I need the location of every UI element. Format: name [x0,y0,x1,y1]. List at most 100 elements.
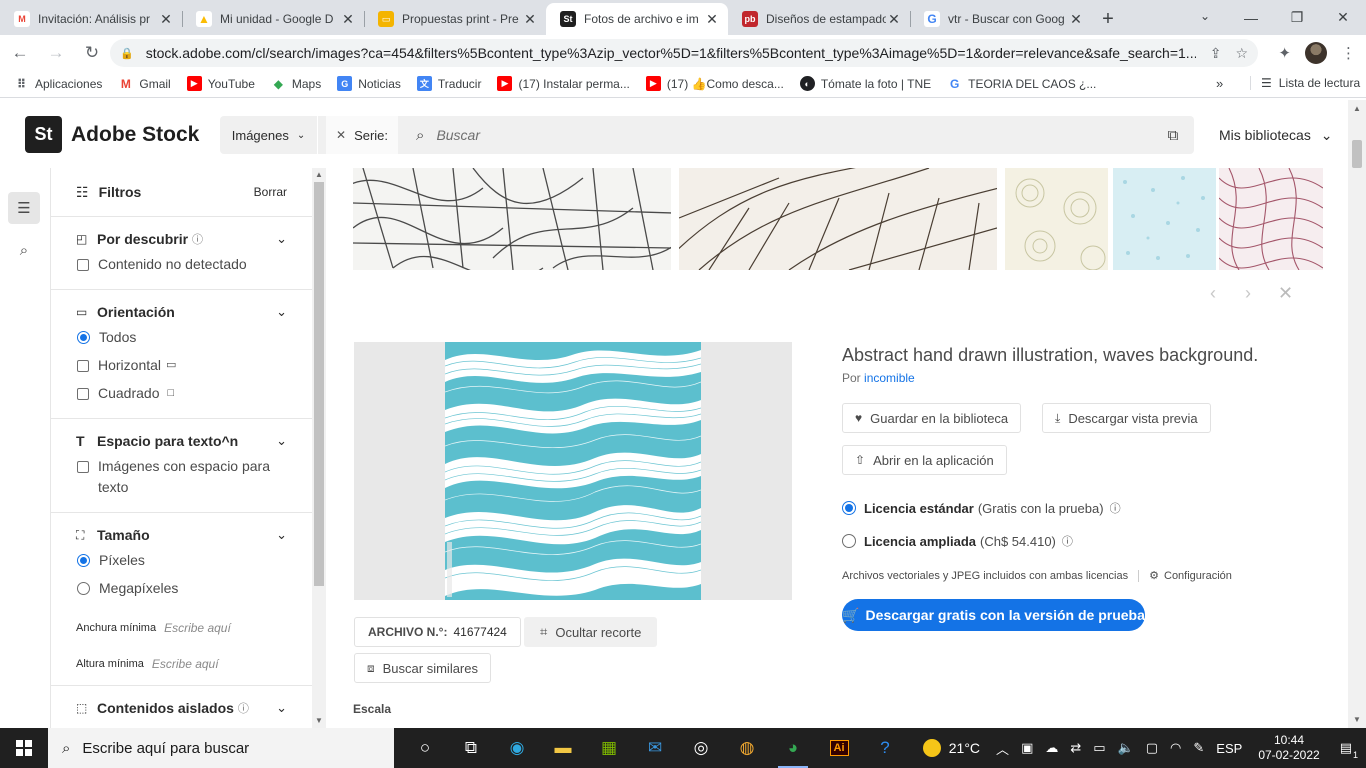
chevron-down-icon[interactable]: ⌄ [276,433,287,449]
orientation-square-checkbox[interactable]: Cuadrado □ [76,383,287,404]
close-tab-icon[interactable]: ✕ [522,11,538,28]
clear-filters-link[interactable]: Borrar [254,185,287,199]
bookmark-item[interactable]: G TEORIA DEL CAOS ¿... [947,76,1096,91]
save-to-library-button[interactable]: ♥ Guardar en la biblioteca [842,403,1022,433]
bookmark-item[interactable]: 文 Traducir [416,76,481,91]
bookmark-item[interactable]: G Noticias [337,76,401,91]
series-thumbnail[interactable] [1005,168,1108,270]
min-width-input[interactable]: Escribe aquí [164,621,231,635]
close-tab-icon[interactable]: ✕ [886,11,902,28]
filters-scrollbar[interactable]: ▲ ▼ [312,168,326,728]
checkbox[interactable] [77,259,89,271]
github-icon[interactable]: ◎ [678,728,724,768]
standard-license-option[interactable]: Licencia estándar (Gratis con la prueba)… [842,500,1121,516]
checkbox[interactable] [77,388,89,400]
checkbox[interactable] [77,360,89,372]
pixels-radio[interactable]: Píxeles [76,550,287,571]
visual-search-icon[interactable]: ⧉ [1152,127,1194,144]
chevron-down-icon[interactable]: ⌄ [276,304,287,320]
address-bar[interactable]: 🔒 stock.adobe.com/cl/search/images?ca=45… [110,39,1258,67]
section-header[interactable]: ▭ Orientación ⌄ [76,304,287,320]
language-indicator[interactable]: ESP [1216,741,1242,756]
taskbar-search[interactable]: ⌕ Escribe aquí para buscar [48,728,394,768]
series-filter-chip[interactable]: ✕ Serie: [326,116,399,154]
next-arrow-icon[interactable]: › [1245,283,1251,304]
chrome-icon[interactable]: ◕ [770,728,816,768]
undetected-content-checkbox[interactable]: Contenido no detectado [76,254,287,275]
close-tab-icon[interactable]: ✕ [704,11,720,28]
bookmark-item[interactable]: ⠿ Aplicaciones [14,76,103,91]
info-icon[interactable]: ⓘ [1110,500,1121,516]
info-icon[interactable]: ⓘ [238,700,249,716]
radio-selected[interactable] [77,331,90,344]
download-preview-button[interactable]: ⤓ Descargar vista previa [1042,403,1211,433]
more-bookmarks-icon[interactable]: » [1216,76,1223,91]
forward-arrow-icon[interactable]: → [40,39,72,67]
chevron-down-icon[interactable]: ⌄ [276,527,287,543]
section-header[interactable]: ◰ Por descubrir ⓘ ⌄ [76,231,287,247]
info-icon[interactable]: ⓘ [1062,533,1073,549]
notifications-icon[interactable]: ▤ 1 [1340,740,1358,760]
scrollbar-thumb[interactable] [1352,140,1362,168]
extensions-icon[interactable]: ✦ [1278,44,1291,62]
file-explorer-icon[interactable]: ▬ [540,728,586,768]
min-height-input[interactable]: Escribe aquí [152,657,219,671]
my-libraries-menu[interactable]: Mis bibliotecas ⌄ [1219,127,1332,144]
minimize-icon[interactable]: — [1228,0,1274,35]
task-view-icon[interactable]: ⧉ [448,728,494,768]
scroll-up-icon[interactable]: ▲ [1353,104,1361,113]
sync-icon[interactable]: ⇄ [1070,740,1081,756]
menu-kebab-icon[interactable]: ⋮ [1341,44,1356,62]
section-header[interactable]: ⬚ Contenidos aislados ⓘ ⌄ [76,700,287,716]
mail-icon[interactable]: ✉ [632,728,678,768]
filters-toggle-icon[interactable]: ☰ [8,192,40,224]
bookmark-item[interactable]: ▶ (17) 👍Como desca... [645,76,784,91]
reload-icon[interactable]: ↻ [76,39,108,67]
scroll-down-icon[interactable]: ▼ [1353,715,1361,724]
scroll-down-icon[interactable]: ▼ [315,716,323,725]
browser-tab[interactable]: ▲ Mi unidad - Google D ✕ [182,3,364,35]
copy-space-checkbox[interactable]: Imágenes con espacio para texto [76,456,287,498]
checkbox[interactable] [77,461,89,473]
search-type-dropdown[interactable]: Imágenes ⌄ [220,116,318,154]
browser-tab[interactable]: pb Diseños de estampado ✕ [728,3,910,35]
adobe-stock-logo[interactable]: St Adobe Stock [25,116,199,153]
bookmark-item[interactable]: ◐ Tómate la foto | TNE [799,76,931,91]
clip-icon[interactable]: ▢ [1146,740,1158,756]
tab-search-icon[interactable]: ⌄ [1190,0,1220,32]
wifi-icon[interactable]: ◠ [1170,740,1181,756]
store-icon[interactable]: ▦ [586,728,632,768]
section-header[interactable]: T Espacio para texto^n ⌄ [76,433,287,449]
search-input[interactable]: ⌕ Buscar [398,116,1152,154]
edge-icon[interactable]: ◉ [494,728,540,768]
close-window-icon[interactable]: ✕ [1320,0,1366,35]
series-thumbnail[interactable] [679,168,997,270]
browser-tab-active[interactable]: St Fotos de archivo e im ✕ [546,3,728,35]
new-tab-button[interactable]: + [1092,3,1124,35]
extended-license-option[interactable]: Licencia ampliada (Ch$ 54.410) ⓘ [842,533,1073,549]
display-icon[interactable]: ▭ [1093,740,1105,756]
asset-preview[interactable] [354,342,792,600]
series-thumbnail[interactable] [1219,168,1323,270]
settings-link[interactable]: Configuración [1164,570,1232,582]
bookmark-item[interactable]: ◆ Maps [271,76,321,91]
browser-tab[interactable]: ▭ Propuestas print - Pre ✕ [364,3,546,35]
illustrator-icon[interactable]: Ai [816,728,862,768]
close-tab-icon[interactable]: ✕ [340,11,356,28]
image-search-icon[interactable]: ⌕ [8,234,40,266]
orientation-all-radio[interactable]: Todos [76,327,287,348]
cortana-icon[interactable]: ○ [402,728,448,768]
show-hidden-icons-icon[interactable]: ︿ [996,739,1009,758]
download-free-trial-button[interactable]: 🛒 Descargar gratis con la versión de pru… [842,599,1145,631]
series-thumbnail[interactable] [1113,168,1216,270]
bookmark-item[interactable]: M Gmail [118,76,171,91]
profile-avatar[interactable] [1305,42,1327,64]
browser-tab[interactable]: G vtr - Buscar con Goog ✕ [910,3,1092,35]
remove-chip-icon[interactable]: ✕ [336,128,346,142]
scrollbar-thumb[interactable] [314,182,324,586]
lock-icon[interactable]: 🔒 [120,47,134,60]
help-icon[interactable]: ? [862,728,908,768]
close-tab-icon[interactable]: ✕ [158,11,174,28]
radio[interactable] [77,582,90,595]
browser-tab[interactable]: M Invitación: Análisis pr ✕ [0,3,182,35]
